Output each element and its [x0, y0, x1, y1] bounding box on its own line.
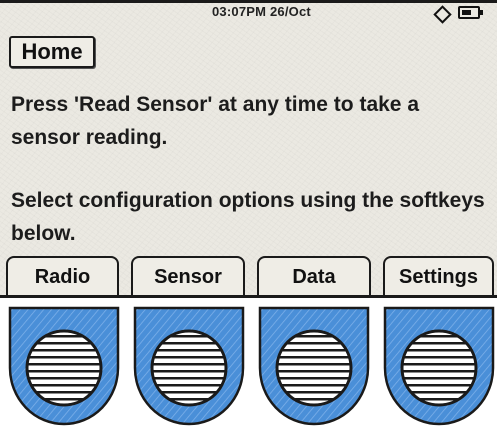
- hardware-button-2[interactable]: [132, 306, 246, 428]
- instruction-read-sensor: Press 'Read Sensor' at any time to take …: [11, 93, 419, 149]
- hardware-button-3[interactable]: [257, 306, 371, 428]
- battery-tip: [480, 10, 483, 15]
- battery-icon: [458, 6, 480, 19]
- instruction-softkeys: Select configuration options using the s…: [11, 189, 485, 245]
- softkey-data[interactable]: Data: [257, 256, 371, 295]
- speaker-grille-icon: [150, 329, 228, 407]
- softkey-sensor[interactable]: Sensor: [131, 256, 245, 295]
- hardware-button-4[interactable]: [382, 306, 496, 428]
- status-clock: 03:07PM 26/Oct: [212, 4, 311, 19]
- hardware-button-1[interactable]: [7, 306, 121, 428]
- softkey-settings[interactable]: Settings: [383, 256, 494, 295]
- speaker-grille-icon: [400, 329, 478, 407]
- diamond-icon: [433, 5, 452, 24]
- speaker-grille-icon: [275, 329, 353, 407]
- device-screen: 03:07PM 26/Oct Home Press 'Read Sensor' …: [0, 0, 497, 295]
- speaker-grille-icon: [25, 329, 103, 407]
- top-border: [0, 0, 497, 3]
- page-title-home: Home: [9, 36, 95, 68]
- hardware-button-row: [0, 298, 497, 433]
- softkey-radio[interactable]: Radio: [6, 256, 119, 295]
